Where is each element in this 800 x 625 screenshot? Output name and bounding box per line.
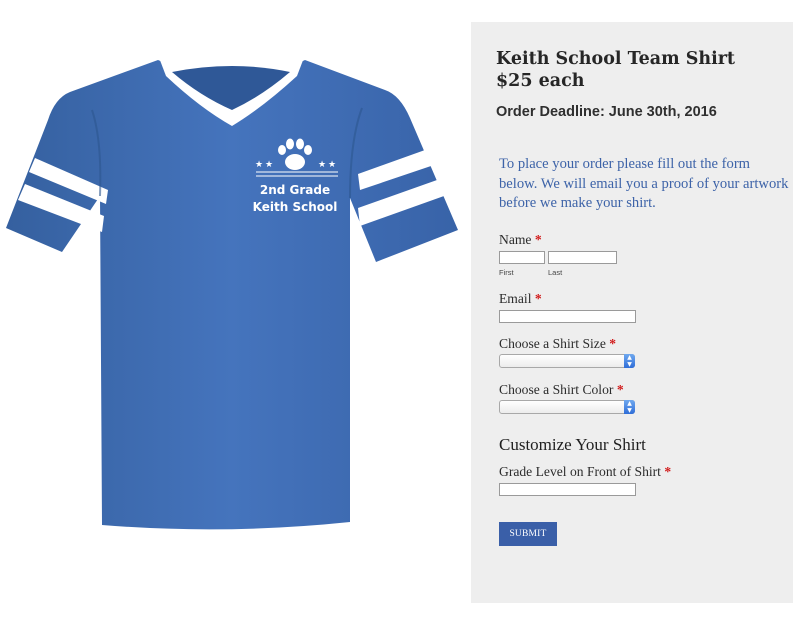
grade-level-input[interactable] [499, 483, 636, 496]
required-mark: * [609, 336, 617, 351]
required-mark: * [664, 464, 672, 479]
select-arrows-icon: ▲ ▼ [624, 400, 635, 414]
required-mark: * [616, 382, 624, 397]
required-mark: * [534, 232, 542, 247]
submit-button[interactable]: SUBMIT [499, 522, 557, 546]
email-input[interactable] [499, 310, 636, 323]
svg-text:★: ★ [318, 160, 326, 170]
shirt-illustration: ★ ★ ★ ★ 2nd Grade Keith School [6, 48, 458, 530]
product-image-shirt: ★ ★ ★ ★ 2nd Grade Keith School [0, 40, 470, 540]
shirt-print-line2: Keith School [253, 200, 338, 214]
shirt-color-label: Choose a Shirt Color * [499, 382, 624, 397]
shirt-size-select[interactable]: ▲ ▼ [499, 354, 635, 368]
last-name-input[interactable] [548, 251, 617, 264]
name-label: Name * [499, 232, 542, 247]
last-name-sublabel: Last [548, 268, 563, 277]
svg-text:★: ★ [255, 160, 263, 170]
product-title: Keith School Team Shirt $25 each [496, 48, 735, 92]
required-mark: * [534, 291, 542, 306]
product-name: Keith School Team Shirt [496, 49, 736, 69]
shirt-size-label: Choose a Shirt Size * [499, 336, 617, 351]
customize-heading: Customize Your Shirt [499, 435, 646, 454]
shirt-print-line1: 2nd Grade [260, 183, 330, 197]
svg-text:★: ★ [328, 160, 336, 170]
order-instructions: To place your order please fill out the … [499, 156, 789, 211]
shirt-color-select[interactable]: ▲ ▼ [499, 400, 635, 414]
first-name-sublabel: First [499, 268, 514, 277]
product-price: $25 each [496, 71, 585, 91]
select-arrows-icon: ▲ ▼ [624, 354, 635, 368]
shirt-body [6, 60, 458, 530]
svg-text:★: ★ [265, 160, 273, 170]
order-form-panel: Keith School Team Shirt $25 each Order D… [471, 22, 793, 603]
first-name-input[interactable] [499, 251, 545, 264]
grade-level-label: Grade Level on Front of Shirt * [499, 464, 672, 479]
email-label: Email * [499, 291, 542, 306]
order-deadline: Order Deadline: June 30th, 2016 [496, 104, 717, 120]
